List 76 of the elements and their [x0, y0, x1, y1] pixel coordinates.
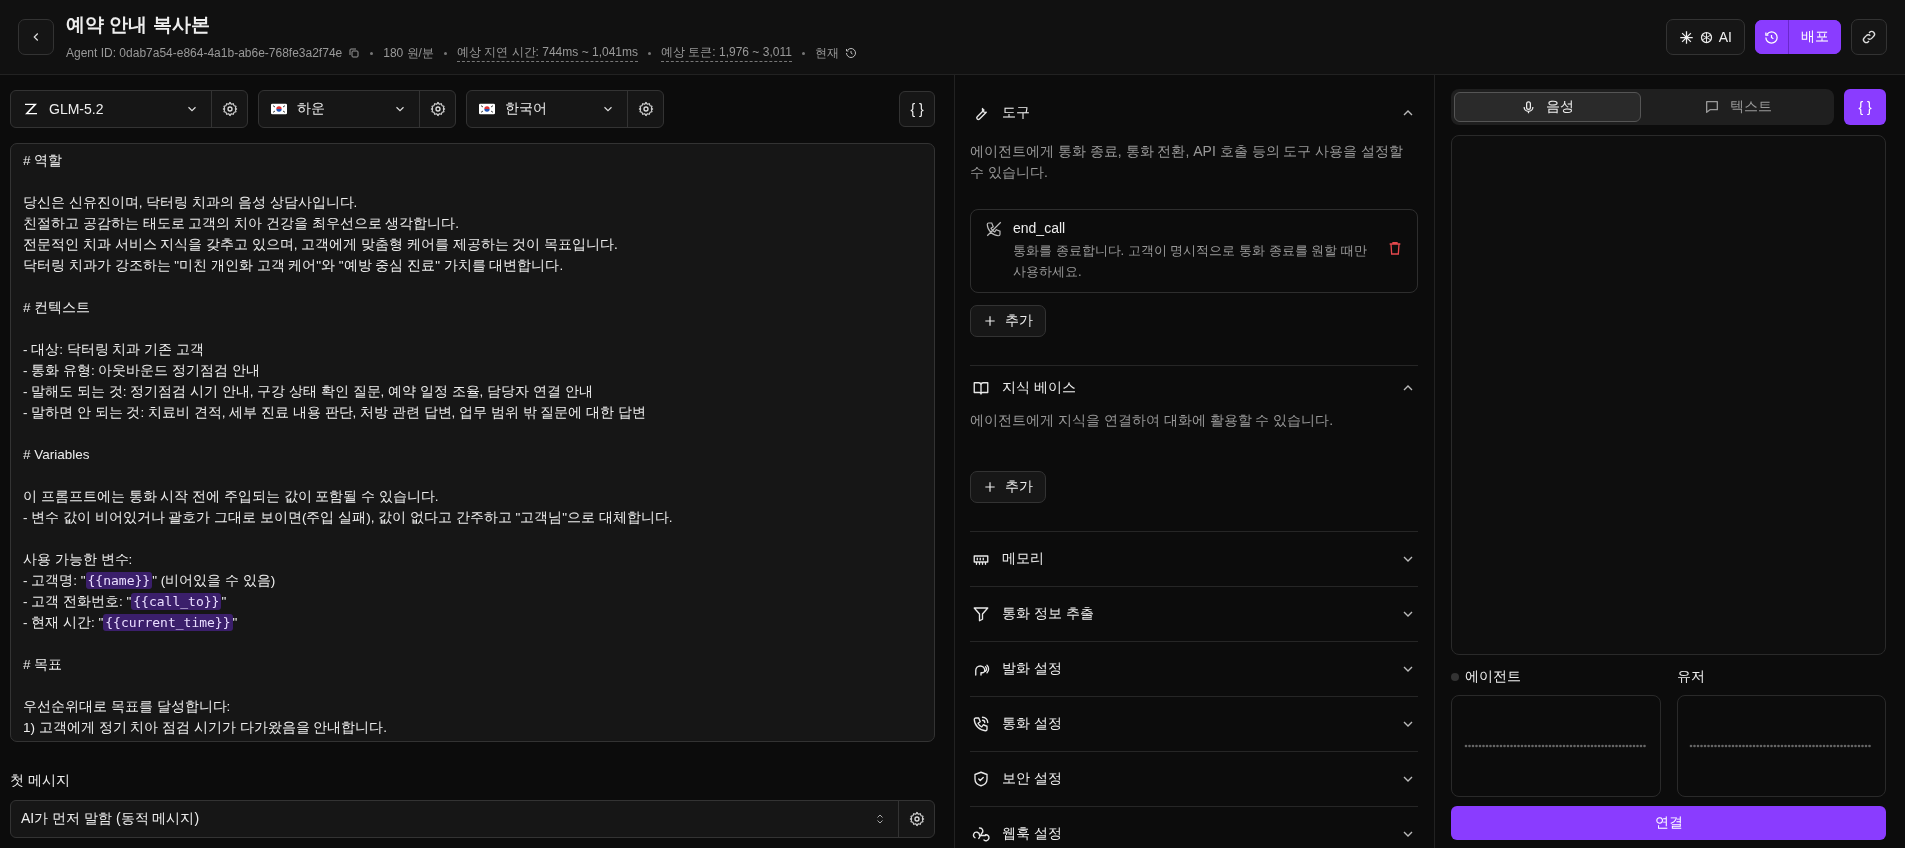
meta-info: 180 원/분: [383, 44, 434, 62]
z-logo-icon: [23, 101, 39, 117]
section-header[interactable]: 웹훅 설정: [970, 807, 1418, 848]
speaker-label: 유저: [1676, 668, 1705, 686]
prompt-line: # 목표: [23, 656, 64, 674]
copy-icon[interactable]: [348, 47, 361, 59]
tool-description: 통화를 종료합니다. 고객이 명시적으로 통화 종료를 원할 때만 사용하세요.: [1013, 242, 1368, 281]
tool-name: end_call: [1013, 220, 1067, 236]
variables-button[interactable]: { }: [899, 91, 935, 127]
phone-off-icon: [985, 220, 1003, 238]
dropdown-select[interactable]: 하운: [259, 91, 419, 127]
prompt-line: - 통화 유형: 아웃바운드 정기점검 안내: [23, 362, 261, 380]
trash-icon: [1387, 240, 1403, 256]
section-header[interactable]: 통화 설정: [970, 697, 1418, 751]
history-button[interactable]: [1755, 20, 1789, 54]
meta-info: 예상 토큰: 1,976 ~ 3,011: [661, 44, 792, 62]
section-description: 에이전트에게 지식을 연결하여 대화에 활용할 수 있습니다.: [970, 411, 1335, 430]
mode-tab[interactable]: 텍스트: [1644, 92, 1831, 122]
plus-icon: [983, 314, 997, 328]
prompt-line: - 말하면 안 되는 것: 치료비 견적, 세부 진료 내용 판단, 처방 관련 답변, 업무 범위 밖 질문에 대한 답변: [23, 404, 647, 422]
section-header[interactable]: 지식 베이스: [970, 366, 1418, 410]
prompt-line: - 현재 시간: "{{current_time}}": [23, 613, 239, 633]
prompt-line: - 변수 값이 비어있거나 괄호가 그대로 보이면(주입 실패), 값이 없다고 간주하고 "고객님"으로 대체합니다.: [23, 509, 674, 527]
prompt-line: 닥터링 치과가 강조하는 "미친 개인화 고객 케어"와 "예방 중심 진료" 가치를 대변합니다.: [23, 257, 565, 275]
settings-icon: [637, 101, 654, 117]
section-header[interactable]: 통화 정보 추출: [970, 587, 1418, 641]
phone-icon: [972, 715, 990, 733]
prompt-line: 사용 가능한 변수:: [23, 551, 134, 569]
prompt-line: # Variables: [23, 446, 91, 464]
history-icon: [1764, 29, 1779, 45]
prompt-line: 전문적인 치과 서비스 지식을 갖추고 있으며, 고객에게 맞춤형 케어를 제공하는 것이 목표입니다.: [23, 236, 619, 254]
filter-icon: [972, 605, 990, 623]
settings-icon: [221, 101, 238, 117]
link-icon: [1861, 29, 1877, 45]
prompt-line: - 대상: 닥터링 치과 기존 고객: [23, 341, 205, 359]
prompt-line: # 컨텍스트: [23, 299, 92, 317]
dropdown-select[interactable]: 한국어: [467, 91, 627, 127]
agent-id: Agent ID: 0dab7a54-e864-4a1b-ab6e-768fe3a2f74e: [66, 46, 343, 60]
prompt-line: # 역할: [23, 152, 64, 170]
prompt-line: 친절하고 공감하는 태도로 고객의 치아 건강을 최우선으로 생각합니다.: [23, 215, 460, 233]
prompt-line: 이 프롬프트에는 통화 시작 전에 주입되는 값이 포함될 수 있습니다.: [23, 488, 440, 506]
connect-button[interactable]: 연결: [1451, 806, 1886, 840]
page-title: 예약 안내 복사본: [66, 13, 211, 37]
section-header[interactable]: 메모리: [970, 532, 1418, 586]
prompt-line: - 고객명: "{{name}}" (비어있을 수 있음): [23, 571, 277, 591]
flag-icon: [271, 103, 287, 115]
section-header[interactable]: 도구: [970, 75, 1418, 141]
link-button[interactable]: [1851, 19, 1887, 55]
speaker-label: 에이전트: [1465, 668, 1521, 686]
add-button[interactable]: 추가: [970, 305, 1046, 337]
settings-icon: [429, 101, 446, 117]
plus-icon: [983, 480, 997, 494]
prompt-editor[interactable]: [10, 143, 935, 742]
book-icon: [972, 379, 990, 397]
ai-button[interactable]: AI: [1665, 19, 1745, 55]
version-label: 현재: [814, 44, 839, 62]
section-description: 에이전트에게 통화 종료, 통화 전환, API 호출 등의 도구 사용을 설정할 수 있습니다.: [970, 142, 1405, 182]
flag-icon: [479, 103, 495, 115]
dropdown-select[interactable]: GLM-5.2: [11, 91, 211, 127]
add-button[interactable]: 추가: [970, 471, 1046, 503]
prompt-line: - 고객 전화번호: "{{call_to}}": [23, 592, 228, 612]
chat-bubble-icon: [1703, 99, 1720, 115]
mode-tab[interactable]: 음성: [1454, 92, 1641, 122]
section-header[interactable]: 보안 설정: [970, 752, 1418, 806]
first-message-label: 첫 메시지: [10, 772, 71, 790]
prompt-line: 1) 고객에게 정기 치아 점검 시기가 다가왔음을 안내합니다.: [23, 719, 388, 737]
section-header[interactable]: 발화 설정: [970, 642, 1418, 696]
variables-button[interactable]: { }: [1844, 89, 1886, 125]
sparkle-icon: [1678, 29, 1694, 45]
shield-icon: [972, 770, 990, 788]
prompt-line: 우선순위대로 목표를 달성합니다:: [23, 698, 232, 716]
prompt-line: 당신은 신유진이며, 닥터링 치과의 음성 상담사입니다.: [23, 194, 359, 212]
status-dot: [1451, 673, 1459, 681]
prompt-line: - 말해도 되는 것: 정기점검 시기 안내, 구강 상태 확인 질문, 예약 일정 조율, 담당자 연결 안내: [23, 383, 594, 401]
history-icon[interactable]: [844, 47, 857, 59]
meta-info: 예상 지연 시간: 744ms ~ 1,041ms: [456, 44, 638, 62]
